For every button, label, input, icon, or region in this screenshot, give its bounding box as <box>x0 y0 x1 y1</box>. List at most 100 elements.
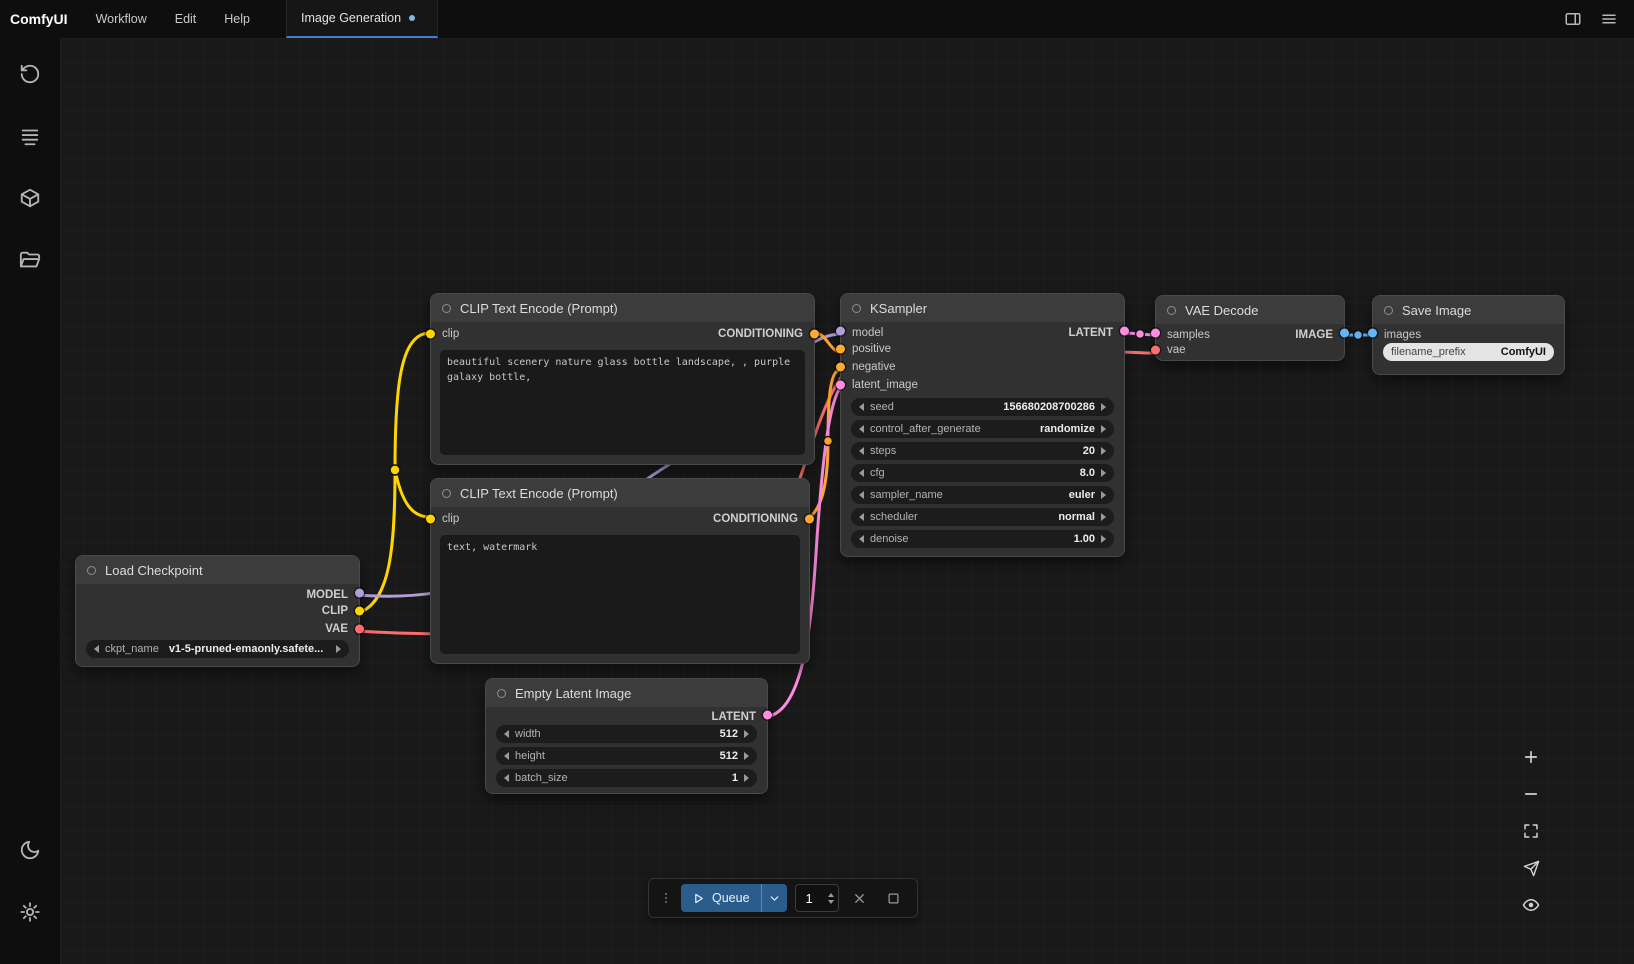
sidebar-button-theme[interactable] <box>10 830 50 870</box>
widget-width[interactable]: width 512 <box>496 725 757 743</box>
port-negative-input[interactable] <box>836 363 845 372</box>
decrement-arrow-icon[interactable] <box>859 403 864 411</box>
port-samples-input[interactable] <box>1151 328 1160 337</box>
decrement-arrow-icon[interactable] <box>504 774 509 782</box>
sidebar-button-workflows[interactable] <box>10 240 50 280</box>
port-latent-output[interactable] <box>763 711 772 720</box>
decrement-arrow-icon[interactable] <box>504 752 509 760</box>
menu-edit[interactable]: Edit <box>161 0 211 38</box>
collapse-dot-icon[interactable] <box>442 304 451 313</box>
widget-steps[interactable]: steps 20 <box>851 442 1114 460</box>
widget-filename-prefix[interactable]: filename_prefix ComfyUI <box>1383 343 1554 361</box>
decrement-arrow-icon[interactable] <box>94 645 99 653</box>
node-clip-text-encode-negative[interactable]: CLIP Text Encode (Prompt) clip CONDITION… <box>430 478 810 664</box>
node-header[interactable]: Save Image <box>1373 296 1564 324</box>
port-clip-input[interactable] <box>426 330 435 339</box>
collapse-dot-icon[interactable] <box>87 566 96 575</box>
batch-count-stepper[interactable]: 1 <box>795 884 839 912</box>
positive-prompt-textarea[interactable]: beautiful scenery nature glass bottle la… <box>440 350 805 455</box>
widget-ckpt-name[interactable]: ckpt_name v1-5-pruned-emaonly.safete... <box>86 640 349 658</box>
port-conditioning-output[interactable] <box>805 515 814 524</box>
node-empty-latent-image[interactable]: Empty Latent Image LATENT width 512 heig… <box>485 678 768 794</box>
node-vae-decode[interactable]: VAE Decode samples IMAGE vae <box>1155 295 1345 361</box>
decrement-arrow-icon[interactable] <box>859 491 864 499</box>
node-header[interactable]: VAE Decode <box>1156 296 1344 324</box>
collapse-dot-icon[interactable] <box>852 304 861 313</box>
port-vae-input[interactable] <box>1151 345 1160 354</box>
widget-denoise[interactable]: denoise 1.00 <box>851 530 1114 548</box>
increment-arrow-icon[interactable] <box>336 645 341 653</box>
node-load-checkpoint[interactable]: Load Checkpoint MODEL CLIP VAE ckpt_name… <box>75 555 360 667</box>
increment-arrow-icon[interactable] <box>1101 535 1106 543</box>
increment-arrow-icon[interactable] <box>1101 403 1106 411</box>
drag-handle-icon[interactable] <box>659 887 673 909</box>
port-vae-output[interactable] <box>355 625 364 634</box>
node-clip-text-encode-positive[interactable]: CLIP Text Encode (Prompt) clip CONDITION… <box>430 293 815 465</box>
port-clip-output[interactable] <box>355 607 364 616</box>
reroute-dot-latent[interactable] <box>1136 330 1145 339</box>
collapse-dot-icon[interactable] <box>442 489 451 498</box>
port-positive-input[interactable] <box>836 345 845 354</box>
fit-view-button[interactable] <box>1518 818 1544 844</box>
sidebar-button-history[interactable] <box>10 54 50 94</box>
increment-arrow-icon[interactable] <box>1101 425 1106 433</box>
port-conditioning-output[interactable] <box>810 330 819 339</box>
widget-height[interactable]: height 512 <box>496 747 757 765</box>
node-header[interactable]: KSampler <box>841 294 1124 322</box>
decrement-arrow-icon[interactable] <box>859 447 864 455</box>
node-header[interactable]: CLIP Text Encode (Prompt) <box>431 479 809 507</box>
tab-image-generation[interactable]: Image Generation <box>286 0 438 38</box>
decrement-arrow-icon[interactable] <box>859 513 864 521</box>
node-header[interactable]: CLIP Text Encode (Prompt) <box>431 294 814 322</box>
port-latent-output[interactable] <box>1120 327 1129 336</box>
toggle-panel-button[interactable] <box>1558 5 1588 33</box>
collapse-dot-icon[interactable] <box>1384 306 1393 315</box>
graph-canvas[interactable]: Load Checkpoint MODEL CLIP VAE ckpt_name… <box>60 38 1634 964</box>
reroute-dot-image[interactable] <box>1354 331 1363 340</box>
zoom-out-button[interactable] <box>1518 781 1544 807</box>
decrement-arrow-icon[interactable] <box>859 469 864 477</box>
widget-cfg[interactable]: cfg 8.0 <box>851 464 1114 482</box>
port-model-input[interactable] <box>836 327 845 336</box>
increment-arrow-icon[interactable] <box>744 730 749 738</box>
zoom-in-button[interactable] <box>1518 744 1544 770</box>
widget-scheduler[interactable]: scheduler normal <box>851 508 1114 526</box>
increment-arrow-icon[interactable] <box>744 774 749 782</box>
menu-workflow[interactable]: Workflow <box>82 0 161 38</box>
widget-control-after-generate[interactable]: control_after_generate randomize <box>851 420 1114 438</box>
sidebar-button-queue[interactable] <box>10 116 50 156</box>
menu-help[interactable]: Help <box>210 0 264 38</box>
stop-button[interactable] <box>881 885 907 911</box>
clear-queue-button[interactable] <box>847 885 873 911</box>
port-image-output[interactable] <box>1340 328 1349 337</box>
collapse-dot-icon[interactable] <box>497 689 506 698</box>
widget-seed[interactable]: seed 156680208700286 <box>851 398 1114 416</box>
increment-count-icon[interactable] <box>828 890 834 897</box>
decrement-arrow-icon[interactable] <box>504 730 509 738</box>
increment-arrow-icon[interactable] <box>1101 469 1106 477</box>
main-menu-button[interactable] <box>1594 5 1624 33</box>
queue-options-button[interactable] <box>761 884 787 912</box>
sidebar-button-node-library[interactable] <box>10 178 50 218</box>
node-header[interactable]: Empty Latent Image <box>486 679 767 707</box>
port-model-output[interactable] <box>355 589 364 598</box>
node-header[interactable]: Load Checkpoint <box>76 556 359 584</box>
negative-prompt-textarea[interactable]: text, watermark <box>440 535 800 654</box>
increment-arrow-icon[interactable] <box>1101 447 1106 455</box>
increment-arrow-icon[interactable] <box>1101 513 1106 521</box>
decrement-count-icon[interactable] <box>828 900 834 907</box>
increment-arrow-icon[interactable] <box>744 752 749 760</box>
port-latent-image-input[interactable] <box>836 381 845 390</box>
decrement-arrow-icon[interactable] <box>859 535 864 543</box>
collapse-dot-icon[interactable] <box>1167 306 1176 315</box>
widget-sampler-name[interactable]: sampler_name euler <box>851 486 1114 504</box>
sidebar-button-settings[interactable] <box>10 892 50 932</box>
queue-button[interactable]: Queue <box>681 884 787 912</box>
reroute-dot-clip[interactable] <box>390 465 400 475</box>
port-clip-input[interactable] <box>426 515 435 524</box>
toggle-visibility-button[interactable] <box>1518 892 1544 918</box>
decrement-arrow-icon[interactable] <box>859 425 864 433</box>
node-ksampler[interactable]: KSampler model LATENT positive negative … <box>840 293 1125 557</box>
port-images-input[interactable] <box>1368 328 1377 337</box>
node-save-image[interactable]: Save Image images filename_prefix ComfyU… <box>1372 295 1565 375</box>
